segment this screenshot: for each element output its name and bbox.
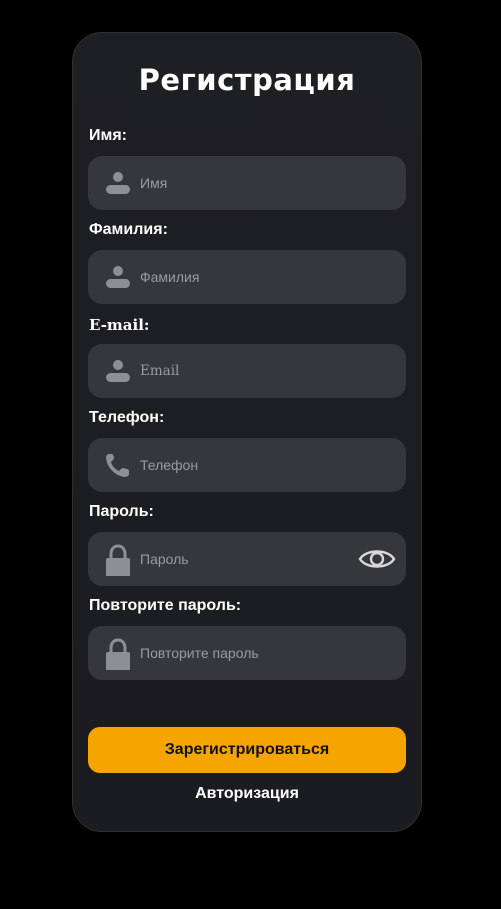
page-title: Регистрация xyxy=(138,63,356,97)
eye-icon[interactable] xyxy=(358,544,396,574)
first-name-label: Имя: xyxy=(89,127,127,144)
register-button[interactable]: Зарегистрироваться xyxy=(88,727,406,773)
last-name-label: Фамилия: xyxy=(89,221,168,238)
email-input[interactable] xyxy=(140,344,350,398)
email-field[interactable] xyxy=(88,344,406,398)
confirm-password-label: Повторите пароль: xyxy=(89,597,242,614)
first-name-field[interactable] xyxy=(88,156,406,210)
lock-icon xyxy=(106,544,130,576)
user-icon xyxy=(106,266,130,288)
last-name-field[interactable] xyxy=(88,250,406,304)
user-icon xyxy=(106,360,130,382)
email-label: E-mail: xyxy=(89,316,150,334)
phone-icon xyxy=(106,454,129,477)
phone-field[interactable] xyxy=(88,438,406,492)
phone-input[interactable] xyxy=(140,438,350,492)
registration-card: Регистрация Имя: Фамилия: E-mail: Телефо… xyxy=(72,32,422,832)
lock-icon xyxy=(106,638,130,670)
last-name-input[interactable] xyxy=(140,250,350,304)
login-link[interactable]: Авторизация xyxy=(73,785,421,803)
confirm-password-field[interactable] xyxy=(88,626,406,680)
password-label: Пароль: xyxy=(89,503,154,520)
first-name-input[interactable] xyxy=(140,156,350,210)
confirm-password-input[interactable] xyxy=(140,626,350,680)
user-icon xyxy=(106,172,130,194)
password-field[interactable] xyxy=(88,532,406,586)
password-input[interactable] xyxy=(140,532,350,586)
phone-label: Телефон: xyxy=(89,409,165,426)
